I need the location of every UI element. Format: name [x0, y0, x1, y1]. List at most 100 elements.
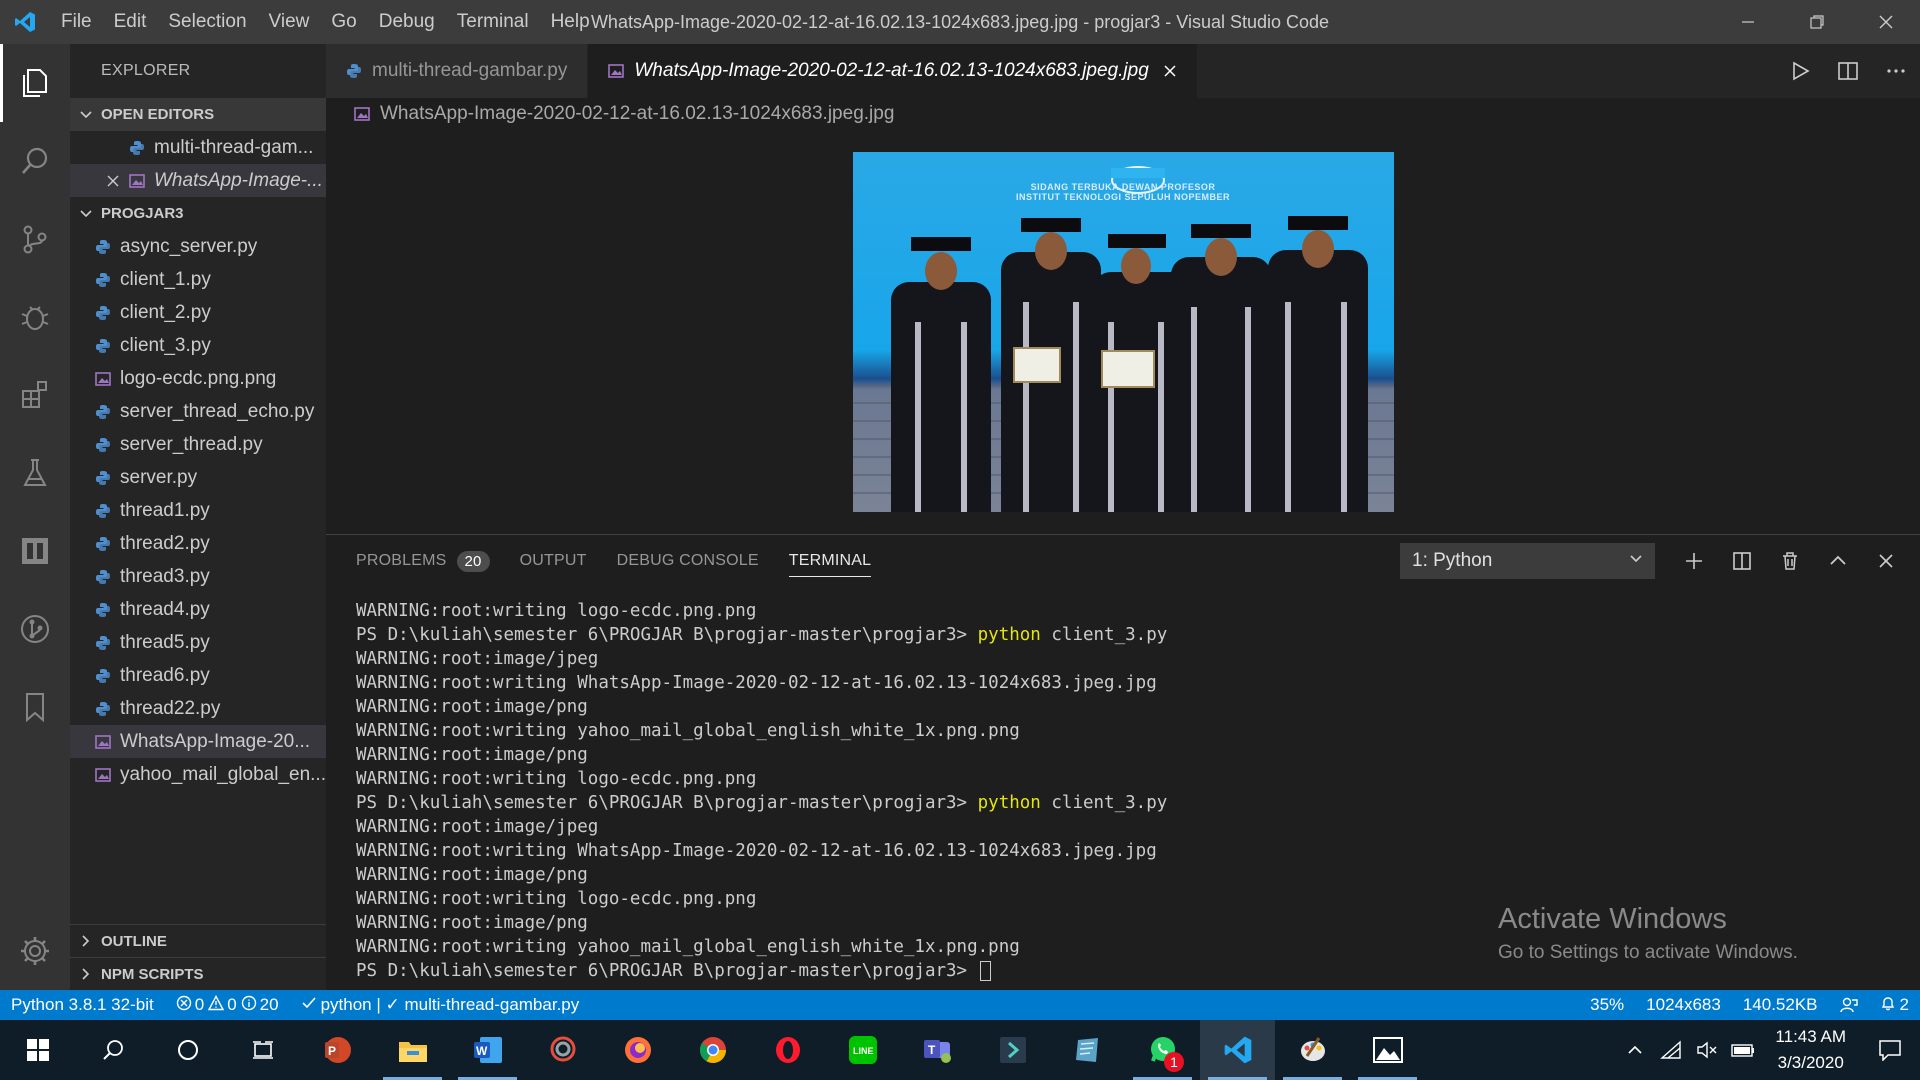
file-item[interactable]: thread3.py	[70, 560, 326, 593]
open-editor-item-active[interactable]: WhatsApp-Image-...	[70, 164, 326, 197]
test-flask-icon[interactable]	[0, 434, 70, 512]
python-icon	[92, 272, 114, 288]
maximize-panel-icon[interactable]	[1814, 550, 1862, 572]
opera-icon[interactable]	[750, 1020, 825, 1080]
file-item[interactable]: server_thread_echo.py	[70, 395, 326, 428]
menu-edit[interactable]: Edit	[103, 0, 158, 44]
file-item[interactable]: client_1.py	[70, 263, 326, 296]
tab-terminal[interactable]: TERMINAL	[788, 535, 872, 587]
problems-status[interactable]: 0 0 20	[165, 990, 290, 1020]
action-center-icon[interactable]	[1860, 1039, 1920, 1061]
run-icon[interactable]	[1776, 60, 1824, 82]
word-icon[interactable]: W	[450, 1020, 525, 1080]
menu-help[interactable]: Help	[540, 0, 601, 44]
file-item[interactable]: async_server.py	[70, 230, 326, 263]
tab-debug-console[interactable]: DEBUG CONSOLE	[617, 535, 759, 587]
notes-app-icon[interactable]	[1050, 1020, 1125, 1080]
powerpoint-icon[interactable]: P	[300, 1020, 375, 1080]
python-interpreter[interactable]: Python 3.8.1 32-bit	[0, 990, 165, 1020]
vscode-taskbar-icon[interactable]	[1200, 1020, 1275, 1080]
source-control-icon[interactable]	[0, 200, 70, 278]
search-icon[interactable]	[0, 122, 70, 200]
tab-output[interactable]: OUTPUT	[520, 535, 587, 587]
taskbar-clock[interactable]: 11:43 AM 3/3/2020	[1761, 1024, 1860, 1076]
file-explorer-icon[interactable]	[375, 1020, 450, 1080]
sourcetree-icon[interactable]	[975, 1020, 1050, 1080]
firefox-icon[interactable]	[600, 1020, 675, 1080]
trash-icon[interactable]	[1766, 550, 1814, 572]
battery-icon[interactable]	[1725, 1041, 1761, 1059]
project-header[interactable]: PROGJAR3	[70, 197, 326, 230]
menu-debug[interactable]: Debug	[368, 0, 446, 44]
search-icon[interactable]	[75, 1020, 150, 1080]
volume-muted-icon[interactable]	[1689, 1040, 1725, 1060]
python-icon	[92, 239, 114, 255]
menu-view[interactable]: View	[258, 0, 321, 44]
outline-header[interactable]: OUTLINE	[70, 924, 326, 957]
image-icon	[92, 734, 114, 750]
photoscape-icon[interactable]	[525, 1020, 600, 1080]
close-panel-icon[interactable]	[1862, 550, 1910, 572]
file-item[interactable]: thread4.py	[70, 593, 326, 626]
close-icon[interactable]	[100, 175, 126, 187]
close-icon[interactable]	[1163, 64, 1177, 78]
tab-problems[interactable]: PROBLEMS 20	[356, 535, 490, 587]
file-item[interactable]: thread6.py	[70, 659, 326, 692]
tab-whatsapp-image[interactable]: WhatsApp-Image-2020-02-12-at-16.02.13-10…	[588, 44, 1198, 98]
breadcrumb[interactable]: WhatsApp-Image-2020-02-12-at-16.02.13-10…	[326, 98, 894, 130]
terminal-text: WARNING:root:image/png	[356, 865, 588, 885]
file-item[interactable]: thread2.py	[70, 527, 326, 560]
menu-selection[interactable]: Selection	[157, 0, 257, 44]
debug-icon[interactable]	[0, 278, 70, 356]
open-editor-item[interactable]: multi-thread-gam...	[70, 131, 326, 164]
menu-file[interactable]: File	[50, 0, 103, 44]
line-icon[interactable]: LINE	[825, 1020, 900, 1080]
extensions-icon[interactable]	[0, 356, 70, 434]
more-actions-icon[interactable]	[1872, 60, 1920, 82]
menu-go[interactable]: Go	[320, 0, 367, 44]
tab-multi-thread-gambar[interactable]: multi-thread-gambar.py	[326, 44, 589, 98]
file-item[interactable]: client_3.py	[70, 329, 326, 362]
git-graph-icon[interactable]	[0, 590, 70, 668]
file-item[interactable]: yahoo_mail_global_en...	[70, 758, 326, 791]
chevron-up-icon[interactable]	[1617, 1041, 1653, 1059]
file-item[interactable]: thread1.py	[70, 494, 326, 527]
python-icon	[92, 404, 114, 420]
linter-status[interactable]: python | ✓ multi-thread-gambar.py	[290, 990, 591, 1020]
windows-start-icon[interactable]	[0, 1020, 75, 1080]
npm-scripts-header[interactable]: NPM SCRIPTS	[70, 957, 326, 990]
graduation-photo[interactable]: SIDANG TERBUKA DEWAN PROFESOR INSTITUT T…	[853, 152, 1394, 512]
menu-terminal[interactable]: Terminal	[446, 0, 540, 44]
close-window-button[interactable]	[1851, 0, 1920, 44]
terminal-select[interactable]: 1: Python	[1400, 543, 1655, 579]
file-item[interactable]: thread5.py	[70, 626, 326, 659]
chrome-icon[interactable]	[675, 1020, 750, 1080]
feedback-icon[interactable]	[1829, 990, 1869, 1020]
teams-icon[interactable]: T	[900, 1020, 975, 1080]
terminal-output[interactable]: WARNING:root:writing logo-ecdc.png.png PS…	[356, 599, 1167, 983]
open-editors-header[interactable]: OPEN EDITORS	[70, 98, 326, 131]
task-view-icon[interactable]	[225, 1020, 300, 1080]
whatsapp-icon[interactable]: 1	[1125, 1020, 1200, 1080]
file-item[interactable]: server.py	[70, 461, 326, 494]
cortana-icon[interactable]	[150, 1020, 225, 1080]
explorer-icon[interactable]	[0, 44, 70, 122]
new-terminal-icon[interactable]	[1670, 550, 1718, 572]
settings-gear-icon[interactable]	[0, 912, 70, 990]
remote-explorer-icon[interactable]	[0, 512, 70, 590]
paint-icon[interactable]	[1275, 1020, 1350, 1080]
photos-icon[interactable]	[1350, 1020, 1425, 1080]
file-item[interactable]: client_2.py	[70, 296, 326, 329]
notifications[interactable]: 2	[1869, 990, 1920, 1020]
minimize-button[interactable]	[1713, 0, 1782, 44]
file-item[interactable]: thread22.py	[70, 692, 326, 725]
file-item[interactable]: server_thread.py	[70, 428, 326, 461]
restore-button[interactable]	[1782, 0, 1851, 44]
file-item[interactable]: WhatsApp-Image-20...	[70, 725, 326, 758]
split-terminal-icon[interactable]	[1718, 550, 1766, 572]
file-item[interactable]: logo-ecdc.png.png	[70, 362, 326, 395]
split-editor-icon[interactable]	[1824, 60, 1872, 82]
wifi-icon[interactable]	[1653, 1040, 1689, 1060]
bookmark-icon[interactable]	[0, 668, 70, 746]
zoom-level[interactable]: 35%	[1579, 990, 1635, 1020]
